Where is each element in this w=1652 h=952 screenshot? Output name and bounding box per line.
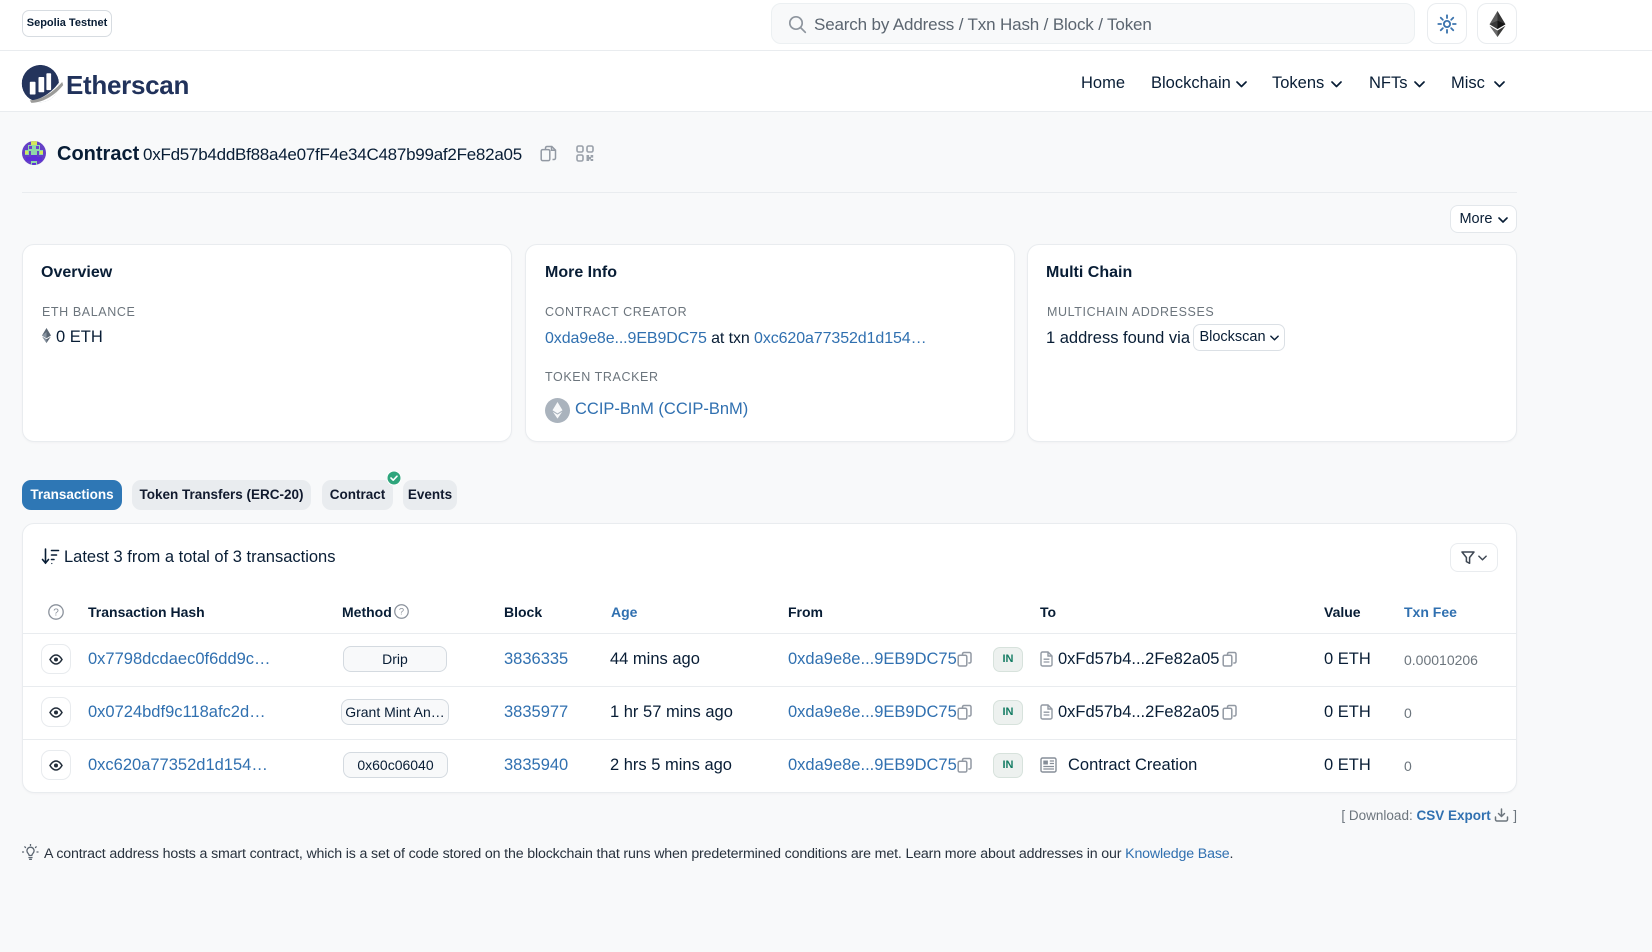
svg-text:?: ? bbox=[53, 607, 59, 618]
svg-text:?: ? bbox=[399, 607, 404, 617]
